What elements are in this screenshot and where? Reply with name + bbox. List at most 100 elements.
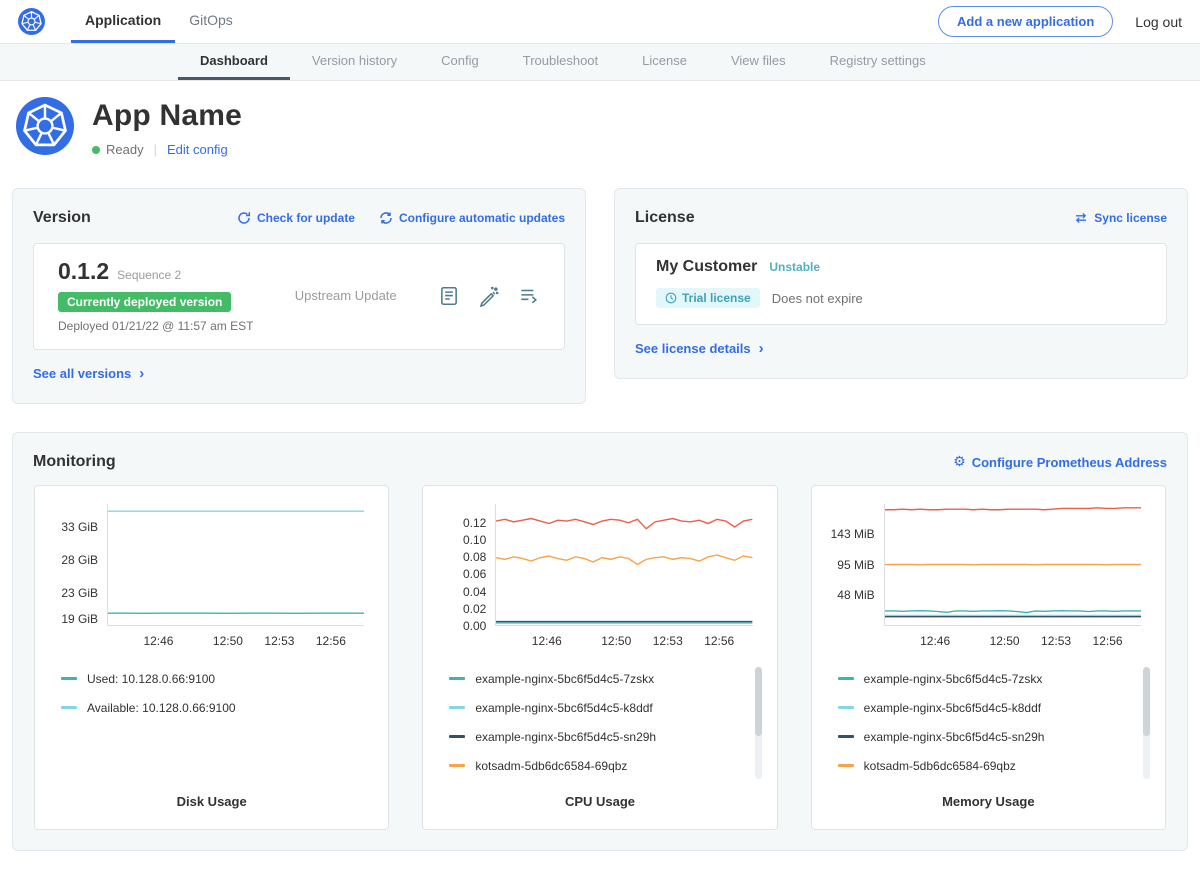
- preflight-checks-icon[interactable]: [478, 285, 500, 307]
- license-card-title: License: [635, 209, 695, 227]
- see-license-details-label: See license details: [635, 341, 751, 356]
- trial-license-badge: Trial license: [656, 288, 760, 308]
- legend-item: example-nginx-5bc6f5d4c5-k8ddf: [838, 693, 1129, 722]
- legend-item: example-nginx-5bc6f5d4c5-7zskx: [838, 664, 1129, 693]
- app-header: App Name Ready | Edit config: [0, 81, 1200, 180]
- legend-label: example-nginx-5bc6f5d4c5-sn29h: [864, 730, 1045, 744]
- chart-line: [496, 555, 752, 564]
- see-all-versions-label: See all versions: [33, 366, 131, 381]
- legend-item: example-nginx-5bc6f5d4c5-sn29h: [449, 722, 740, 751]
- chart-title: Disk Usage: [47, 784, 376, 817]
- y-axis-tick-label: 0.02: [463, 602, 486, 616]
- sequence-label: Sequence 2: [117, 268, 181, 282]
- nav-tab-application[interactable]: Application: [71, 0, 175, 43]
- tab-view-files[interactable]: View files: [709, 44, 808, 80]
- legend-label: kotsadm-5db6dc6584-69qbz: [475, 759, 627, 773]
- status-label: Ready: [106, 142, 144, 157]
- trial-license-label: Trial license: [682, 291, 751, 305]
- x-axis-tick-label: 12:56: [316, 634, 346, 648]
- legend-swatch-icon: [61, 706, 77, 709]
- legend-label: example-nginx-5bc6f5d4c5-7zskx: [864, 672, 1043, 686]
- chart-title: CPU Usage: [435, 784, 764, 817]
- y-axis-tick-label: 28 GiB: [61, 553, 98, 567]
- nav-tab-gitops[interactable]: GitOps: [175, 0, 247, 43]
- legend-item: example-nginx-5bc6f5d4c5-7zskx: [449, 664, 740, 693]
- configure-prometheus-label: Configure Prometheus Address: [972, 455, 1167, 470]
- sync-license-label: Sync license: [1094, 211, 1167, 225]
- tab-troubleshoot[interactable]: Troubleshoot: [501, 44, 620, 80]
- y-axis-tick-label: 23 GiB: [61, 586, 98, 600]
- kubernetes-logo-icon: [18, 0, 45, 43]
- upstream-update-label: Upstream Update: [295, 288, 397, 303]
- scrollbar-thumb[interactable]: [1143, 667, 1150, 736]
- chart-title: Memory Usage: [824, 784, 1153, 817]
- primary-nav: Application GitOps: [71, 0, 247, 43]
- page-title: App Name: [92, 99, 242, 133]
- currently-deployed-badge: Currently deployed version: [58, 292, 231, 312]
- tab-license[interactable]: License: [620, 44, 709, 80]
- legend-item: example-nginx-5bc6f5d4c5-sn29h: [838, 722, 1129, 751]
- legend-scrollbar[interactable]: [1143, 667, 1150, 779]
- configure-automatic-updates-link[interactable]: Configure automatic updates: [379, 211, 565, 225]
- edit-config-link[interactable]: Edit config: [167, 142, 228, 157]
- app-subnav: Dashboard Version history Config Trouble…: [0, 44, 1200, 81]
- legend-label: example-nginx-5bc6f5d4c5-7zskx: [475, 672, 654, 686]
- x-axis-labels: 12:4612:5012:5312:56: [495, 630, 752, 652]
- customer-name: My Customer: [656, 258, 757, 276]
- clock-icon: [665, 292, 677, 304]
- configure-prometheus-link[interactable]: ⚙ Configure Prometheus Address: [953, 455, 1167, 470]
- y-axis-tick-label: 0.10: [463, 533, 486, 547]
- legend-label: Available: 10.128.0.66:9100: [87, 701, 236, 715]
- deployed-timestamp: Deployed 01/21/22 @ 11:57 am EST: [58, 319, 253, 333]
- license-details-box: My Customer Unstable Trial license Does …: [635, 243, 1167, 325]
- see-all-versions-link[interactable]: See all versions ›: [33, 366, 144, 381]
- y-axis-tick-label: 0.12: [463, 516, 486, 530]
- x-axis-labels: 12:4612:5012:5312:56: [107, 630, 364, 652]
- cpu-usage-chart-panel: 0.120.100.080.060.040.020.00 12:4612:501…: [422, 485, 777, 830]
- chevron-right-icon: ›: [139, 366, 144, 381]
- chart-legend: example-nginx-5bc6f5d4c5-7zskx example-ng…: [449, 664, 740, 780]
- tab-registry-settings[interactable]: Registry settings: [808, 44, 948, 80]
- deploy-logs-icon[interactable]: [518, 285, 540, 307]
- chart-line: [885, 611, 1141, 613]
- legend-item: kotsadm-5db6dc6584-69qbz: [449, 751, 740, 780]
- top-navbar: Application GitOps Add a new application…: [0, 0, 1200, 44]
- nav-spacer: [247, 0, 938, 43]
- legend-scrollbar[interactable]: [755, 667, 762, 779]
- legend-swatch-icon: [838, 764, 854, 767]
- logout-link[interactable]: Log out: [1135, 0, 1182, 43]
- tab-config[interactable]: Config: [419, 44, 501, 80]
- x-axis-tick-label: 12:56: [1093, 634, 1123, 648]
- tab-dashboard[interactable]: Dashboard: [178, 44, 290, 80]
- legend-item: Available: 10.128.0.66:9100: [61, 693, 352, 722]
- divider: |: [154, 142, 157, 157]
- legend-swatch-icon: [449, 706, 465, 709]
- x-axis-tick-label: 12:53: [264, 634, 294, 648]
- legend-item: kotsadm-5db6dc6584-69qbz: [838, 751, 1129, 780]
- legend-swatch-icon: [449, 735, 465, 738]
- gear-icon: ⚙: [953, 455, 966, 469]
- x-axis-tick-label: 12:53: [1041, 634, 1071, 648]
- release-notes-icon[interactable]: [438, 285, 460, 307]
- sync-license-link[interactable]: Sync license: [1074, 211, 1167, 225]
- y-axis-tick-label: 0.00: [463, 619, 486, 633]
- legend-swatch-icon: [449, 764, 465, 767]
- y-axis-tick-label: 19 GiB: [61, 612, 98, 626]
- version-card-title: Version: [33, 209, 91, 227]
- scrollbar-thumb[interactable]: [755, 667, 762, 736]
- legend-swatch-icon: [61, 677, 77, 680]
- configure-automatic-updates-label: Configure automatic updates: [399, 211, 565, 225]
- y-axis-tick-label: 0.04: [463, 585, 486, 599]
- monitoring-card-title: Monitoring: [33, 453, 116, 471]
- legend-swatch-icon: [838, 677, 854, 680]
- tab-version-history[interactable]: Version history: [290, 44, 419, 80]
- chart-legend: Used: 10.128.0.66:9100Available: 10.128.…: [61, 664, 352, 722]
- y-axis-labels: 33 GiB28 GiB23 GiB19 GiB: [47, 504, 107, 626]
- add-application-button[interactable]: Add a new application: [938, 6, 1113, 37]
- check-for-update-link[interactable]: Check for update: [237, 211, 355, 225]
- legend-label: example-nginx-5bc6f5d4c5-k8ddf: [864, 701, 1041, 715]
- disk-usage-plot: [107, 504, 364, 626]
- legend-swatch-icon: [838, 735, 854, 738]
- y-axis-tick-label: 48 MiB: [837, 588, 874, 602]
- see-license-details-link[interactable]: See license details ›: [635, 341, 764, 356]
